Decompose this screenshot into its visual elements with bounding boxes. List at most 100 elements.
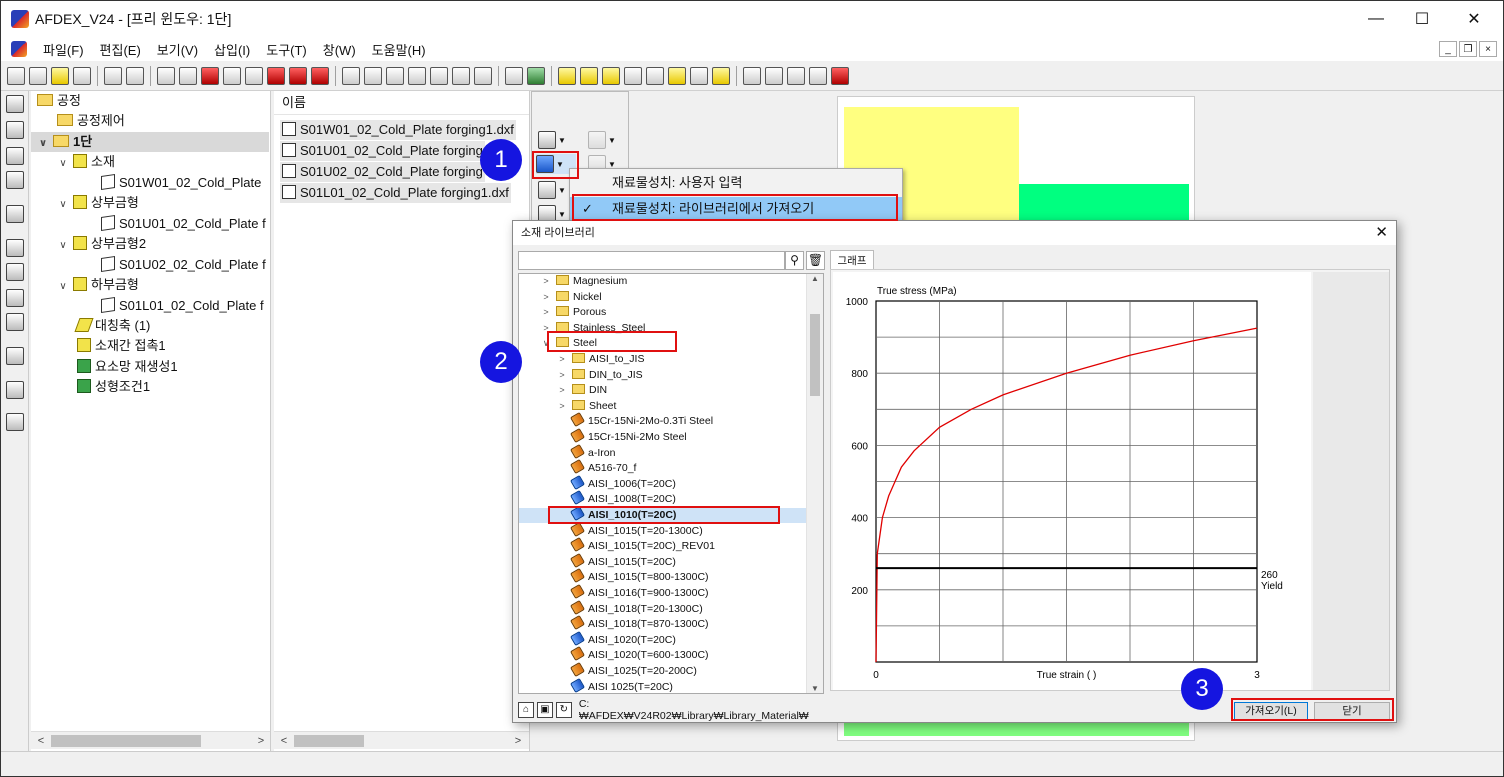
library-item[interactable]: 15Cr-15Ni-2Mo Steel [519,427,807,445]
chevron-right-icon[interactable]: > [557,383,567,398]
forward-icon[interactable] [126,66,144,85]
rotate-view-icon[interactable] [342,66,360,85]
tree-node-remesh[interactable]: 요소망 재생성1 [77,357,178,377]
view-cube-icon[interactable] [179,66,197,85]
chevron-down-icon[interactable]: ∨ [57,154,69,174]
zoom-fit-icon[interactable] [787,66,805,85]
library-item[interactable]: AISI 1025(T=20C) [519,677,807,693]
contact-icon[interactable] [6,381,24,399]
wireframe-cube-icon[interactable] [624,66,642,85]
scroll-thumb[interactable] [810,314,820,396]
view-cube-red-icon[interactable] [201,66,219,85]
back-icon[interactable] [104,66,122,85]
tab-graph[interactable]: 그래프 [830,250,874,270]
chevron-right-icon[interactable]: > [541,321,551,336]
tree-node-upper-die2[interactable]: ∨ 상부금형2 [57,234,146,254]
mdi-close-button[interactable]: × [1479,41,1497,57]
close-window-button[interactable]: ✕ [1451,1,1497,37]
layout-icon[interactable] [6,347,24,365]
menu-insert[interactable]: 삽입(I) [206,40,258,59]
cube-outline-icon[interactable] [6,289,24,307]
library-item[interactable]: AISI_1016(T=900-1300C) [519,583,807,601]
open-icon[interactable] [29,66,47,85]
file-row[interactable]: S01L01_02_Cold_Plate forging1.dxf [280,183,511,203]
library-item[interactable]: > DIN [519,383,807,398]
scroll-thumb[interactable] [51,735,201,747]
minimize-button[interactable]: — [1353,1,1399,37]
home-icon[interactable]: ⌂ [518,702,534,718]
folder-icon[interactable] [6,121,24,139]
close-button[interactable]: 닫기 [1314,702,1390,720]
library-item[interactable]: AISI_1008(T=20C) [519,490,807,507]
library-item[interactable]: AISI_1020(T=20C) [519,630,807,648]
tree-node-symmetry[interactable]: 대칭축 (1) [74,316,150,336]
view-cube-icon[interactable] [245,66,263,85]
shade-cube-icon[interactable] [580,66,598,85]
scroll-up-icon[interactable]: ▲ [807,274,823,283]
hierarchy-icon[interactable] [6,263,24,281]
delete-icon[interactable]: 🗑 [806,251,825,270]
tree-node-upper-die2-file[interactable]: S01U02_02_Cold_Plate f [101,255,266,275]
tree-node-lower-die-file[interactable]: S01L01_02_Cold_Plate f [101,296,264,316]
symmetry-icon[interactable] [6,313,24,331]
tree-view-icon[interactable] [6,95,24,113]
library-item[interactable]: AISI_1020(T=600-1300C) [519,646,807,663]
folder-icon[interactable]: ▣ [536,702,553,718]
library-search-input[interactable] [518,251,785,270]
tree-node-material[interactable]: ∨ 소재 [57,152,115,172]
library-item[interactable]: > DIN_to_JIS [519,368,807,383]
library-item[interactable]: > Sheet [519,399,807,414]
pan-hand-icon[interactable] [809,66,827,85]
library-item[interactable]: > AISI_to_JIS [519,352,807,367]
swap-icon[interactable] [690,66,708,85]
shade-cube-icon[interactable] [668,66,686,85]
target-icon[interactable] [831,66,849,85]
wrench-icon[interactable] [474,66,492,85]
scroll-right-icon[interactable]: > [253,732,269,750]
rotate-view-icon[interactable] [408,66,426,85]
rotate-view-icon[interactable] [430,66,448,85]
open-folder-icon[interactable] [51,66,69,85]
view-cube-red-icon[interactable] [289,66,307,85]
library-item[interactable]: 15Cr-15Ni-2Mo-0.3Ti Steel [519,412,807,429]
menu-window[interactable]: 창(W) [315,40,364,59]
chevron-down-icon[interactable]: ∨ [57,277,69,297]
menu-view[interactable]: 보기(V) [149,40,206,59]
tree-node-stage[interactable]: ∨ 1단 [31,132,269,152]
screen-icon[interactable] [6,205,24,223]
library-item[interactable]: AISI_1010(T=20C) [519,505,807,523]
chevron-down-icon[interactable]: ∨ [541,336,551,351]
refresh-icon[interactable]: ↻ [555,702,572,718]
file-row[interactable]: S01U01_02_Cold_Plate forging [280,141,485,161]
mesh-cube-icon[interactable] [602,66,620,85]
stack-icon[interactable] [712,66,730,85]
tree-node-upper-die[interactable]: ∨ 상부금형 [57,193,139,213]
chevron-right-icon[interactable]: > [557,399,567,414]
chevron-right-icon[interactable]: > [557,352,567,367]
maximize-button[interactable]: ☐ [1399,1,1445,37]
library-item[interactable]: AISI_1018(T=870-1300C) [519,615,807,632]
rotate-view-icon[interactable] [364,66,382,85]
import-button[interactable]: 가져오기(L) [1234,702,1308,720]
library-item[interactable]: AISI_1015(T=20C) [519,552,807,570]
zoom-out-icon[interactable] [743,66,761,85]
tree-node-root[interactable]: 공정 [37,91,81,111]
library-item[interactable]: > Porous [519,305,807,320]
scroll-thumb[interactable] [294,735,364,747]
chevron-down-icon[interactable]: ∨ [57,195,69,215]
scroll-left-icon[interactable]: < [276,732,292,750]
menu-item-user-input[interactable]: 재료물성치: 사용자 입력 [570,171,902,195]
file-row[interactable]: S01W01_02_Cold_Plate forging1.dxf [280,120,516,140]
file-row[interactable]: S01U02_02_Cold_Plate forging [280,162,485,182]
scroll-left-icon[interactable]: < [33,732,49,750]
zoom-in-icon[interactable] [765,66,783,85]
tree-node-material-file[interactable]: S01W01_02_Cold_Plate [101,173,261,193]
tree-node-upper-die-file[interactable]: S01U01_02_Cold_Plate f [101,214,266,234]
monitor-icon[interactable] [6,147,24,165]
wireframe-cube-icon[interactable] [646,66,664,85]
chevron-down-icon[interactable]: ∨ [57,236,69,256]
column-header-name[interactable]: 이름 [274,91,529,115]
view-cube-icon[interactable] [223,66,241,85]
menu-tools[interactable]: 도구(T) [258,40,315,59]
library-item[interactable]: AISI_1015(T=800-1300C) [519,568,807,585]
